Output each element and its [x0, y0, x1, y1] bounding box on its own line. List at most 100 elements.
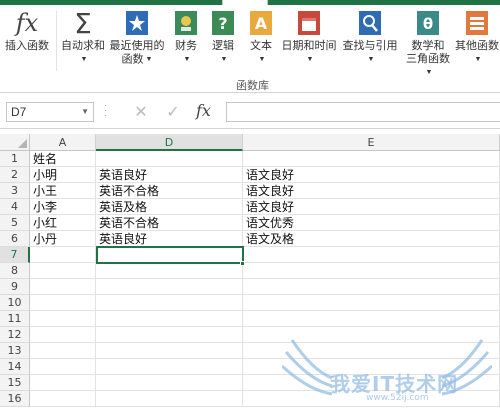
chevron-down-icon: ▼ — [258, 56, 266, 63]
cell-e5[interactable]: 语文优秀 — [243, 215, 500, 231]
column-header-d[interactable]: D — [96, 134, 243, 151]
column-header-a[interactable]: A — [30, 134, 96, 151]
row-header-5[interactable]: 5 — [0, 215, 30, 231]
math-trig-button[interactable]: θ 数学和 三角函数 ▼ — [404, 9, 452, 79]
cell-a6[interactable]: 小丹 — [30, 231, 96, 247]
cell-d4[interactable]: 英语及格 — [96, 199, 243, 215]
cell-a4[interactable]: 小李 — [30, 199, 96, 215]
cell-e1[interactable] — [243, 151, 500, 167]
cell-a3[interactable]: 小王 — [30, 183, 96, 199]
insert-function-label: 插入函数 — [5, 40, 49, 52]
cell-d5[interactable]: 英语不合格 — [96, 215, 243, 231]
cell-d13[interactable] — [96, 343, 243, 359]
select-all-corner[interactable] — [0, 134, 30, 151]
row-header-1[interactable]: 1 — [0, 151, 30, 167]
insert-function-button[interactable]: fx 插入函数 — [4, 9, 50, 53]
cell-a7[interactable] — [30, 247, 96, 263]
more-functions-button[interactable]: 其他函数 ▼ — [454, 9, 500, 66]
chevron-down-icon: ▼ — [183, 56, 191, 63]
cell-e10[interactable] — [243, 295, 500, 311]
cell-d14[interactable] — [96, 359, 243, 375]
magnifier-book-icon — [356, 9, 384, 37]
cell-a2[interactable]: 小明 — [30, 167, 96, 183]
lookup-button[interactable]: 查找与引用 ▼ — [340, 9, 400, 66]
autosum-button[interactable]: Σ 自动求和 ▼ — [60, 9, 106, 66]
row-header-7[interactable]: 7 — [0, 247, 30, 263]
row-header-14[interactable]: 14 — [0, 359, 30, 375]
cell-a12[interactable] — [30, 327, 96, 343]
cell-e12[interactable] — [243, 327, 500, 343]
row-header-4[interactable]: 4 — [0, 199, 30, 215]
cell-d10[interactable] — [96, 295, 243, 311]
cell-e13[interactable] — [243, 343, 500, 359]
cell-a16[interactable] — [30, 391, 96, 407]
cell-d2[interactable]: 英语良好 — [96, 167, 243, 183]
formula-bar: D7 ▼ · · · ✕ ✓ fx — [0, 95, 500, 129]
cell-a5[interactable]: 小红 — [30, 215, 96, 231]
text-button[interactable]: A 文本 ▼ — [246, 9, 276, 66]
cell-a14[interactable] — [30, 359, 96, 375]
fill-handle[interactable] — [240, 261, 245, 266]
cell-e11[interactable] — [243, 311, 500, 327]
financial-button[interactable]: 财务 ▼ — [170, 9, 202, 66]
svg-text:A: A — [255, 14, 268, 33]
formula-input[interactable] — [226, 102, 500, 122]
cell-d16[interactable] — [96, 391, 243, 407]
cell-a8[interactable] — [30, 263, 96, 279]
row-header-16[interactable]: 16 — [0, 391, 30, 407]
cell-d11[interactable] — [96, 311, 243, 327]
formula-bar-grip-icon[interactable]: · · · — [104, 101, 107, 121]
cell-e3[interactable]: 语文良好 — [243, 183, 500, 199]
name-box[interactable]: D7 ▼ — [6, 102, 94, 122]
cell-d6[interactable]: 英语良好 — [96, 231, 243, 247]
name-box-value: D7 — [11, 105, 27, 119]
row-header-3[interactable]: 3 — [0, 183, 30, 199]
chevron-down-icon: ▼ — [474, 56, 482, 63]
cell-a11[interactable] — [30, 311, 96, 327]
cell-a15[interactable] — [30, 375, 96, 391]
logical-button[interactable]: ? 逻辑 ▼ — [208, 9, 238, 66]
chevron-down-icon: ▼ — [145, 56, 153, 63]
insert-function-fx-icon[interactable]: fx — [196, 101, 211, 120]
cell-e8[interactable] — [243, 263, 500, 279]
cell-e7[interactable] — [243, 247, 500, 263]
cell-d9[interactable] — [96, 279, 243, 295]
cell-a13[interactable] — [30, 343, 96, 359]
star-book-icon — [123, 9, 151, 37]
more-functions-label: 其他函数 — [455, 40, 499, 52]
cell-d8[interactable] — [96, 263, 243, 279]
row-header-6[interactable]: 6 — [0, 231, 30, 247]
row-header-12[interactable]: 12 — [0, 327, 30, 343]
chevron-down-icon: ▼ — [306, 56, 314, 63]
cell-e6[interactable]: 语文及格 — [243, 231, 500, 247]
cell-d7[interactable] — [96, 246, 244, 264]
column-header-e[interactable]: E — [243, 134, 500, 151]
cell-d15[interactable] — [96, 375, 243, 391]
lookup-label: 查找与引用 — [342, 40, 398, 52]
row-header-2[interactable]: 2 — [0, 167, 30, 183]
cell-a1[interactable]: 姓名 — [30, 151, 96, 167]
cell-e9[interactable] — [243, 279, 500, 295]
recently-used-button[interactable]: 最近使用的 函数 ▼ — [108, 9, 166, 66]
enter-check-icon[interactable]: ✓ — [162, 102, 184, 122]
cell-e2[interactable]: 语文良好 — [243, 167, 500, 183]
cell-d12[interactable] — [96, 327, 243, 343]
row-header-13[interactable]: 13 — [0, 343, 30, 359]
row-header-11[interactable]: 11 — [0, 311, 30, 327]
calendar-icon — [295, 9, 323, 37]
datetime-button[interactable]: 日期和时间 ▼ — [280, 9, 338, 66]
row-header-8[interactable]: 8 — [0, 263, 30, 279]
cancel-icon[interactable]: ✕ — [130, 102, 152, 122]
svg-text:θ: θ — [423, 15, 433, 33]
math-label-2: 三角函数 — [406, 53, 450, 65]
recently-used-label-1: 最近使用的 — [109, 40, 165, 52]
cell-d3[interactable]: 英语不合格 — [96, 183, 243, 199]
row-header-15[interactable]: 15 — [0, 375, 30, 391]
row-header-10[interactable]: 10 — [0, 295, 30, 311]
cell-a10[interactable] — [30, 295, 96, 311]
row-header-9[interactable]: 9 — [0, 279, 30, 295]
cell-a9[interactable] — [30, 279, 96, 295]
cell-e4[interactable]: 语文良好 — [243, 199, 500, 215]
cell-d1[interactable] — [96, 151, 243, 167]
chevron-down-icon: ▼ — [425, 69, 433, 76]
